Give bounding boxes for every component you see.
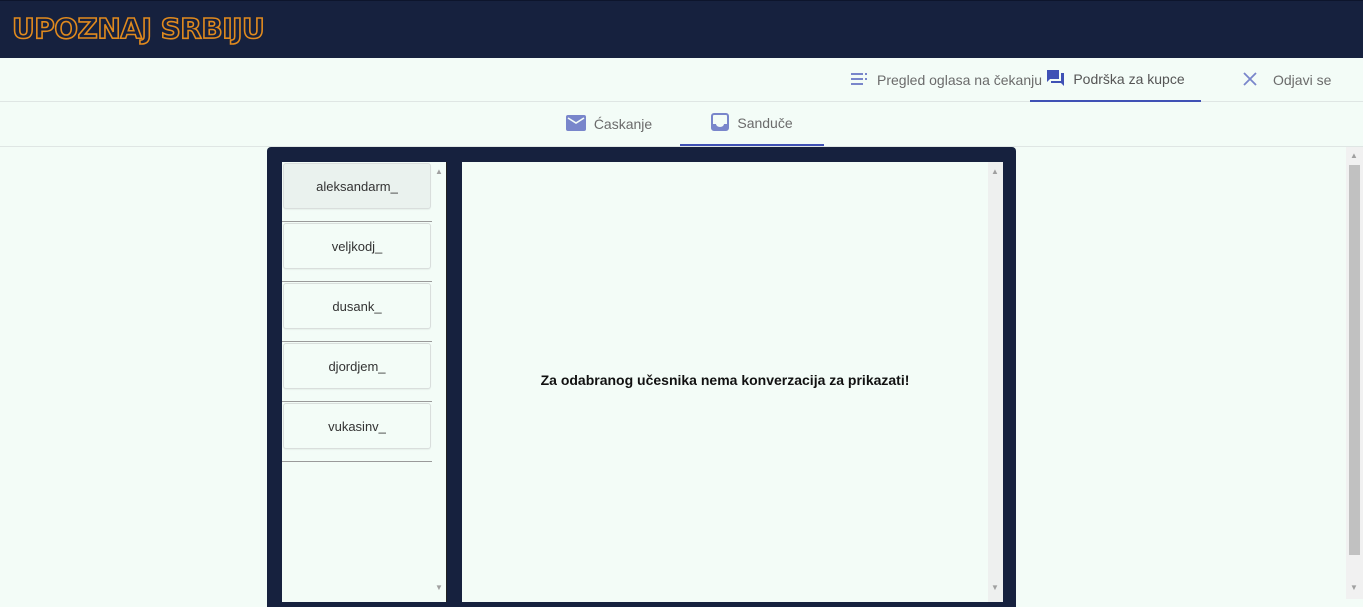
scroll-up-arrow-icon[interactable]: ▲ <box>435 168 443 176</box>
user-item[interactable]: veljkodj_ <box>283 223 431 269</box>
list-item: djordjem_ <box>282 342 446 402</box>
user-list: aleksandarm_ veljkodj_ dusank_ djordjem_… <box>282 162 447 602</box>
scroll-down-arrow-icon[interactable]: ▼ <box>1350 584 1358 592</box>
support-tabs: Ćaskanje Sandučе <box>0 102 1363 147</box>
scroll-down-arrow-icon[interactable]: ▼ <box>991 584 999 592</box>
page-scrollbar-thumb[interactable] <box>1349 165 1360 555</box>
logo[interactable]: UPOZNAJ SRBIJU <box>11 11 265 47</box>
scroll-up-arrow-icon[interactable]: ▲ <box>1350 152 1358 160</box>
conversation-area: Za odabranog učesnika nema konverzacija … <box>462 162 988 602</box>
nav-pending-ads[interactable]: Pregled oglasa na čekanju <box>851 58 1042 102</box>
list-item: aleksandarm_ <box>282 162 446 222</box>
page-scrollbar[interactable]: ▲ ▼ <box>1346 147 1363 599</box>
list-item: veljkodj_ <box>282 222 446 282</box>
list-icon <box>851 72 877 89</box>
user-item[interactable]: dusank_ <box>283 283 431 329</box>
user-item[interactable]: djordjem_ <box>283 343 431 389</box>
empty-conversation-message: Za odabranog učesnika nema konverzacija … <box>540 372 910 388</box>
mail-icon <box>565 114 594 134</box>
conversation-scrollbar[interactable]: ▲ ▼ <box>988 162 1003 602</box>
close-icon <box>1243 71 1265 89</box>
main-nav: Pregled oglasa na čekanju Podrška za kup… <box>0 58 1363 102</box>
nav-customer-support[interactable]: Podrška za kupce <box>1030 58 1201 102</box>
list-item: vukasinv_ <box>282 402 446 462</box>
nav-pending-ads-label: Pregled oglasa na čekanju <box>877 72 1043 88</box>
scroll-up-arrow-icon[interactable]: ▲ <box>991 168 999 176</box>
tab-chat-label: Ćaskanje <box>593 116 653 132</box>
user-list-scrollbar[interactable]: ▲ ▼ <box>432 162 446 602</box>
nav-customer-support-label: Podrška za kupce <box>1073 71 1185 87</box>
tab-inbox-label: Sandučе <box>737 115 793 131</box>
inbox-panel: aleksandarm_ veljkodj_ dusank_ djordjem_… <box>267 147 1016 607</box>
user-item[interactable]: vukasinv_ <box>283 403 431 449</box>
top-bar: UPOZNAJ SRBIJU <box>0 0 1363 58</box>
tab-inbox[interactable]: Sandučе <box>680 102 824 146</box>
forum-icon <box>1046 69 1073 90</box>
inbox-icon <box>711 112 737 134</box>
nav-logout[interactable]: Odjavi se <box>1243 58 1331 102</box>
user-item[interactable]: aleksandarm_ <box>283 163 431 209</box>
tab-chat[interactable]: Ćaskanje <box>560 102 658 146</box>
scroll-down-arrow-icon[interactable]: ▼ <box>435 584 443 592</box>
nav-logout-label: Odjavi se <box>1273 72 1332 88</box>
list-item: dusank_ <box>282 282 446 342</box>
